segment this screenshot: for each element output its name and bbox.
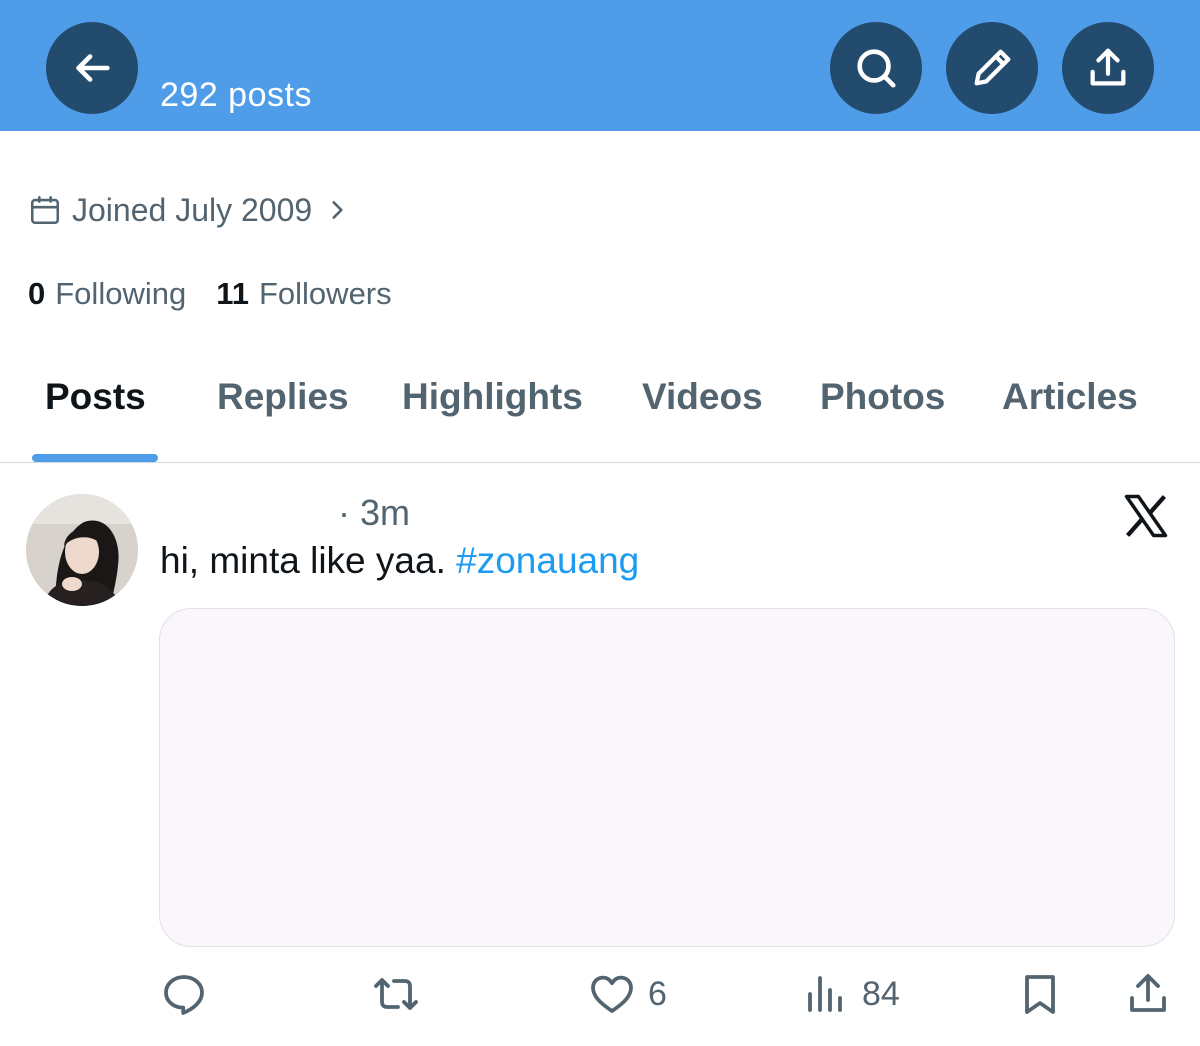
- repost-button[interactable]: [372, 968, 420, 1020]
- hashtag-link[interactable]: #zonauang: [456, 540, 639, 581]
- post-timestamp: · 3m: [338, 492, 410, 533]
- edit-button[interactable]: [946, 22, 1038, 114]
- top-bar: 292 posts: [0, 0, 1200, 131]
- share-button[interactable]: [1062, 22, 1154, 114]
- joined-label: Joined July 2009: [72, 191, 313, 228]
- post-text: hi, minta like yaa. #zonauang: [160, 540, 639, 582]
- tab-videos[interactable]: Videos: [642, 376, 763, 418]
- profile-tabs: Posts Replies Highlights Videos Photos A…: [0, 350, 1200, 462]
- tab-replies[interactable]: Replies: [217, 376, 349, 418]
- search-icon: [857, 49, 896, 88]
- share-icon: [1130, 974, 1166, 1012]
- heart-icon: [591, 975, 633, 1013]
- bookmark-button[interactable]: [1016, 968, 1064, 1020]
- tab-highlights[interactable]: Highlights: [402, 376, 583, 418]
- following-count: 0: [28, 276, 46, 311]
- post-body: hi, minta like yaa.: [160, 540, 446, 581]
- tab-photos[interactable]: Photos: [820, 376, 945, 418]
- followers-count: 11: [216, 276, 249, 311]
- chevron-right-icon: [332, 201, 343, 219]
- x-logo-icon: [1124, 494, 1168, 538]
- post-count: 292 posts: [160, 76, 312, 114]
- post-share-button[interactable]: [1124, 968, 1172, 1020]
- reply-button[interactable]: [160, 968, 208, 1020]
- arrow-left-icon: [76, 54, 110, 82]
- post-media[interactable]: [159, 608, 1175, 947]
- share-icon: [1090, 48, 1126, 86]
- like-button[interactable]: 6: [588, 968, 667, 1020]
- bookmark-icon: [1025, 975, 1055, 1014]
- tab-articles[interactable]: Articles: [1002, 376, 1138, 418]
- like-count: 6: [648, 974, 667, 1013]
- repost-icon: [374, 978, 418, 1010]
- tab-posts[interactable]: Posts: [45, 376, 146, 418]
- pencil-icon: [974, 49, 1011, 86]
- divider: [0, 462, 1200, 463]
- views-count: 84: [862, 974, 900, 1013]
- avatar[interactable]: [26, 494, 138, 606]
- following-link[interactable]: 0 Following: [28, 276, 186, 312]
- reply-icon: [164, 975, 204, 1015]
- search-button[interactable]: [830, 22, 922, 114]
- views-icon: [808, 976, 842, 1012]
- following-label: Following: [55, 276, 187, 311]
- joined-date[interactable]: Joined July 2009: [28, 190, 350, 230]
- followers-label: Followers: [258, 276, 392, 311]
- avatar-photo: [26, 494, 138, 606]
- back-button[interactable]: [46, 22, 138, 114]
- followers-link[interactable]: 11 Followers: [216, 276, 391, 312]
- follow-stats: 0 Following 11 Followers: [28, 276, 422, 312]
- calendar-icon: [30, 195, 60, 225]
- active-tab-indicator: [32, 454, 158, 462]
- views-button[interactable]: 84: [802, 968, 900, 1020]
